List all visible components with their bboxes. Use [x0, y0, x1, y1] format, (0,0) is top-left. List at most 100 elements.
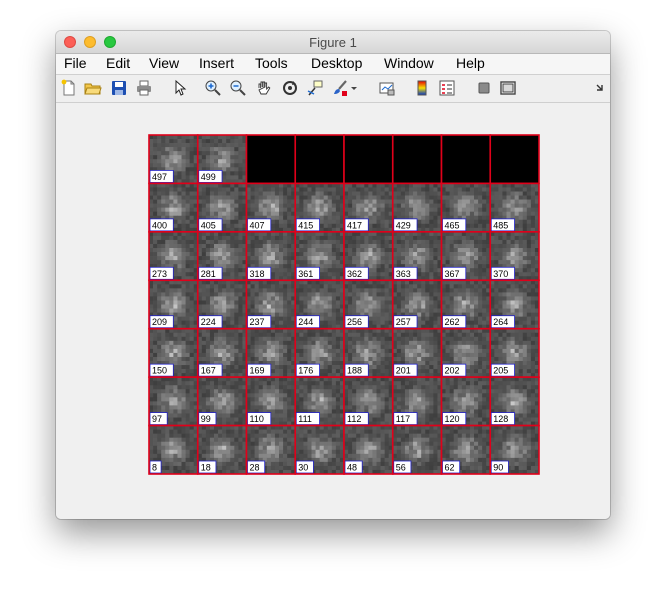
tile-label: 128: [493, 414, 508, 424]
figure-toolbar: [56, 75, 610, 103]
tile-label: 257: [396, 317, 411, 327]
particle-tile: 485: [489, 182, 540, 233]
pan-hand-icon[interactable]: [255, 79, 273, 97]
tile-label: 62: [445, 463, 455, 473]
menu-desktop[interactable]: Desktop: [311, 55, 362, 71]
particle-tile: 465: [440, 182, 492, 233]
particle-tile: 188: [343, 327, 394, 378]
particle-tile: 318: [245, 231, 297, 282]
tile-label: 237: [250, 317, 265, 327]
menu-tools[interactable]: Tools: [255, 55, 288, 71]
particle-tile: 264: [489, 279, 540, 330]
tile-label: 465: [445, 220, 460, 230]
particle-tile: 110: [245, 376, 297, 427]
particle-tile: 150: [148, 327, 199, 378]
particle-tile: 244: [294, 279, 345, 330]
particle-tile: 209: [148, 279, 199, 330]
tile-label: 201: [396, 366, 411, 376]
tile-label: 209: [152, 317, 167, 327]
tile-label: 169: [250, 366, 265, 376]
tile-label: 361: [298, 269, 313, 279]
toolbar-overflow-icon[interactable]: [594, 79, 606, 97]
particle-tile: 62: [440, 424, 492, 475]
tile-label: 8: [152, 463, 157, 473]
title-bar[interactable]: Figure 1: [56, 31, 610, 54]
tile-label: 429: [396, 220, 411, 230]
tile-label: 262: [445, 317, 460, 327]
tile-label: 370: [493, 269, 508, 279]
new-figure-icon[interactable]: [60, 79, 78, 97]
empty-tile: [440, 134, 492, 185]
tile-label: 273: [152, 269, 167, 279]
tile-label: 30: [298, 463, 308, 473]
particle-tile: 429: [391, 182, 443, 233]
particle-tile: 367: [440, 231, 492, 282]
menu-bar: File Edit View Insert Tools Desktop Wind…: [56, 54, 610, 75]
tile-label: 363: [396, 269, 411, 279]
particle-tile: 201: [391, 327, 443, 378]
particle-tile: 128: [489, 376, 540, 427]
particle-tile: 407: [245, 182, 297, 233]
tile-label: 112: [347, 414, 361, 424]
particle-tile: 30: [294, 424, 345, 475]
colorbar-icon[interactable]: [413, 79, 431, 97]
tile-label: 18: [201, 463, 211, 473]
image-montage: 497 499 400 405 407 415 417 429 465 485 273 281 318 3…: [148, 134, 540, 477]
legend-icon[interactable]: [438, 79, 456, 97]
particle-tile: 97: [148, 376, 199, 427]
tile-label: 264: [493, 317, 508, 327]
hide-plot-tools-icon[interactable]: [475, 79, 493, 97]
particle-tile: 205: [489, 327, 540, 378]
empty-tile: [343, 134, 394, 185]
particle-tile: 176: [294, 327, 345, 378]
tile-label: 362: [347, 269, 362, 279]
tile-label: 120: [445, 414, 460, 424]
link-plot-icon[interactable]: [378, 79, 396, 97]
tile-label: 167: [201, 366, 216, 376]
particle-tile: 497: [148, 134, 199, 185]
brush-dropdown-icon[interactable]: [350, 79, 358, 97]
zoom-in-icon[interactable]: [204, 79, 222, 97]
tile-label: 150: [152, 366, 167, 376]
particle-tile: 8: [148, 424, 199, 475]
empty-tile: [245, 134, 297, 185]
menu-window[interactable]: Window: [384, 55, 434, 71]
tile-label: 90: [493, 463, 503, 473]
tile-label: 256: [347, 317, 362, 327]
tile-label: 485: [493, 220, 508, 230]
menu-insert[interactable]: Insert: [199, 55, 234, 71]
particle-tile: 48: [343, 424, 394, 475]
montage-svg: 497 499 400 405 407 415 417 429 465 485 273 281 318 3…: [148, 134, 540, 475]
tile-label: 367: [445, 269, 460, 279]
show-plot-tools-icon[interactable]: [499, 79, 517, 97]
tile-label: 28: [250, 463, 260, 473]
tile-label: 497: [152, 172, 167, 182]
tile-label: 281: [201, 269, 216, 279]
print-icon[interactable]: [135, 79, 153, 97]
particle-tile: 56: [391, 424, 443, 475]
tile-label: 205: [493, 366, 508, 376]
particle-tile: 499: [196, 134, 248, 185]
data-cursor-icon[interactable]: [306, 79, 324, 97]
particle-tile: 281: [196, 231, 248, 282]
particle-tile: 169: [245, 327, 297, 378]
tile-label: 202: [445, 366, 460, 376]
particle-tile: 363: [391, 231, 443, 282]
particle-tile: 99: [196, 376, 248, 427]
pointer-icon[interactable]: [171, 79, 189, 97]
save-icon[interactable]: [110, 79, 128, 97]
tile-label: 56: [396, 463, 406, 473]
brush-icon[interactable]: [331, 79, 349, 97]
menu-file[interactable]: File: [64, 55, 87, 71]
tile-label: 117: [396, 414, 410, 424]
menu-edit[interactable]: Edit: [106, 55, 130, 71]
menu-view[interactable]: View: [149, 55, 179, 71]
particle-tile: 90: [489, 424, 540, 475]
tile-label: 176: [298, 366, 313, 376]
figure-window: Figure 1 File Edit View Insert Tools Des…: [56, 31, 610, 519]
tile-label: 97: [152, 414, 162, 424]
rotate-3d-icon[interactable]: [281, 79, 299, 97]
zoom-out-icon[interactable]: [229, 79, 247, 97]
menu-help[interactable]: Help: [456, 55, 485, 71]
open-file-icon[interactable]: [84, 79, 102, 97]
